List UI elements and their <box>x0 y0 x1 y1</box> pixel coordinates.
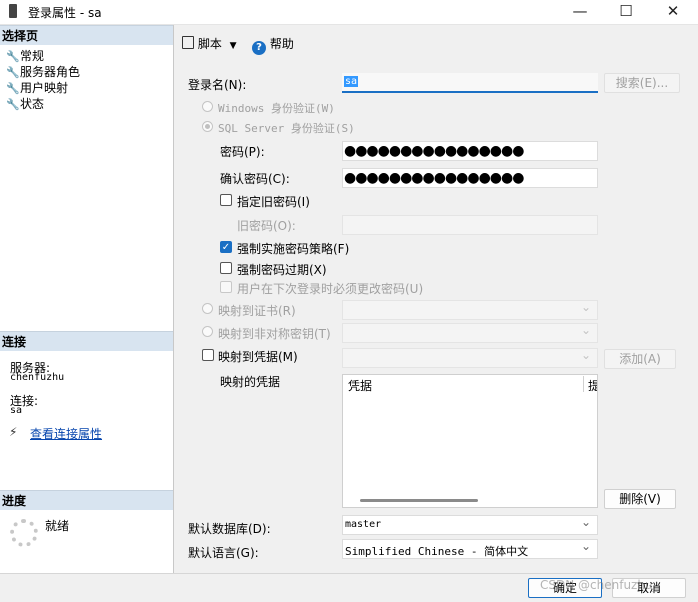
wrench-icon: 🔧 <box>6 98 20 111</box>
delete-button[interactable]: 删除(V) <box>604 489 676 509</box>
view-connection-properties-link[interactable]: 查看连接属性 <box>30 425 102 442</box>
close-button[interactable]: ✕ <box>650 0 696 24</box>
search-button[interactable]: 搜索(E)... <box>604 73 680 93</box>
password-value: ●●●●●●●●●●●●●●●● <box>344 143 524 159</box>
confirm-password-label: 确认密码(C): <box>220 172 290 186</box>
help-icon: ? <box>252 41 266 55</box>
cred-column-header[interactable]: 凭据 <box>348 377 372 394</box>
default-db-select[interactable]: master <box>342 515 598 535</box>
select-page-header: 选择页 <box>0 25 173 45</box>
map-cred-label: 映射到凭据(M) <box>218 350 298 364</box>
old-password-input[interactable] <box>342 215 598 235</box>
specify-old-password-label: 指定旧密码(I) <box>237 195 310 209</box>
login-name-input[interactable]: sa <box>342 73 598 93</box>
must-change-checkbox[interactable] <box>220 281 232 293</box>
watermark: CSDN @chenfuzhu_ <box>540 578 659 592</box>
connection-header: 连接 <box>0 331 173 351</box>
toolbar: 脚本 ▼ ? 帮助 <box>174 25 698 61</box>
script-label: 脚本 <box>197 37 222 51</box>
connection-value: sa <box>10 405 23 416</box>
progress-spinner-icon <box>10 519 38 547</box>
enforce-expiration-label: 强制密码过期(X) <box>237 263 327 277</box>
title-bar: 登录属性 - sa — ☐ ✕ <box>0 0 698 25</box>
confirm-password-input[interactable]: ●●●●●●●●●●●●●●●● <box>342 168 598 188</box>
login-name-label: 登录名(N): <box>188 78 247 92</box>
nav-item-label: 状态 <box>20 97 45 111</box>
progress-status: 就绪 <box>45 519 70 533</box>
default-db-label: 默认数据库(D): <box>188 522 271 536</box>
wrench-icon: 🔧 <box>6 82 20 95</box>
help-button[interactable]: ? 帮助 <box>252 35 294 55</box>
default-lang-value: Simplified Chinese - 简体中文 <box>345 545 529 558</box>
chevron-down-icon: ▼ <box>229 41 237 51</box>
maximize-button[interactable]: ☐ <box>603 0 649 24</box>
must-change-label: 用户在下次登录时必须更改密码(U) <box>237 282 424 296</box>
password-input[interactable]: ●●●●●●●●●●●●●●●● <box>342 141 598 161</box>
default-lang-select[interactable]: Simplified Chinese - 简体中文 <box>342 539 598 559</box>
nav-item-label: 常规 <box>20 49 45 63</box>
connection-properties-icon: ⚡ <box>9 425 18 439</box>
enforce-expiration-checkbox[interactable] <box>220 262 232 274</box>
sql-auth-radio[interactable] <box>202 121 213 132</box>
map-cert-radio[interactable] <box>202 303 213 314</box>
password-label: 密码(P): <box>220 145 265 159</box>
horizontal-scrollbar[interactable] <box>360 499 478 502</box>
nav-item-label: 服务器角色 <box>20 65 81 79</box>
nav-item-general[interactable]: 🔧常规 <box>6 48 44 64</box>
windows-auth-label: Windows 身份验证(W) <box>218 102 335 115</box>
map-cert-label: 映射到证书(R) <box>218 304 296 318</box>
default-db-value: master <box>345 519 382 530</box>
nav-item-label: 用户映射 <box>20 81 69 95</box>
server-value: chenfuzhu <box>10 372 65 383</box>
progress-header: 进度 <box>0 490 173 510</box>
sql-auth-label: SQL Server 身份验证(S) <box>218 122 355 135</box>
default-lang-label: 默认语言(G): <box>188 546 259 560</box>
map-cred-checkbox[interactable] <box>202 349 214 361</box>
provider-column-header[interactable]: 提 <box>588 377 597 394</box>
wrench-icon: 🔧 <box>6 50 20 63</box>
map-asym-radio[interactable] <box>202 326 213 337</box>
window-title: 登录属性 - sa <box>28 6 102 20</box>
enforce-policy-checkbox[interactable]: ✓ <box>220 241 232 253</box>
confirm-password-value: ●●●●●●●●●●●●●●●● <box>344 170 524 186</box>
login-name-value: sa <box>344 76 359 87</box>
column-divider <box>583 376 584 392</box>
windows-auth-radio[interactable] <box>202 101 213 112</box>
old-password-label: 旧密码(O): <box>237 219 296 233</box>
specify-old-password-checkbox[interactable] <box>220 194 232 206</box>
map-cert-select[interactable] <box>342 300 598 320</box>
left-panel: 选择页 🔧常规 🔧服务器角色 🔧用户映射 🔧状态 连接 服务器: chenfuz… <box>0 25 174 573</box>
nav-item-status[interactable]: 🔧状态 <box>6 96 44 112</box>
script-icon <box>182 36 194 49</box>
add-button[interactable]: 添加(A) <box>604 349 676 369</box>
enforce-policy-label: 强制实施密码策略(F) <box>237 242 350 256</box>
wrench-icon: 🔧 <box>6 66 20 79</box>
map-cred-select[interactable] <box>342 348 598 368</box>
mapped-creds-grid[interactable]: 凭据 提 <box>342 374 598 508</box>
map-asym-select[interactable] <box>342 323 598 343</box>
script-button[interactable]: 脚本 ▼ <box>182 35 237 52</box>
map-asym-label: 映射到非对称密钥(T) <box>218 327 331 341</box>
nav-item-user-mapping[interactable]: 🔧用户映射 <box>6 80 68 96</box>
mapped-creds-label: 映射的凭据 <box>220 375 281 389</box>
app-icon <box>9 4 17 18</box>
minimize-button[interactable]: — <box>557 0 603 24</box>
nav-item-server-roles[interactable]: 🔧服务器角色 <box>6 64 80 80</box>
help-label: 帮助 <box>269 37 294 51</box>
